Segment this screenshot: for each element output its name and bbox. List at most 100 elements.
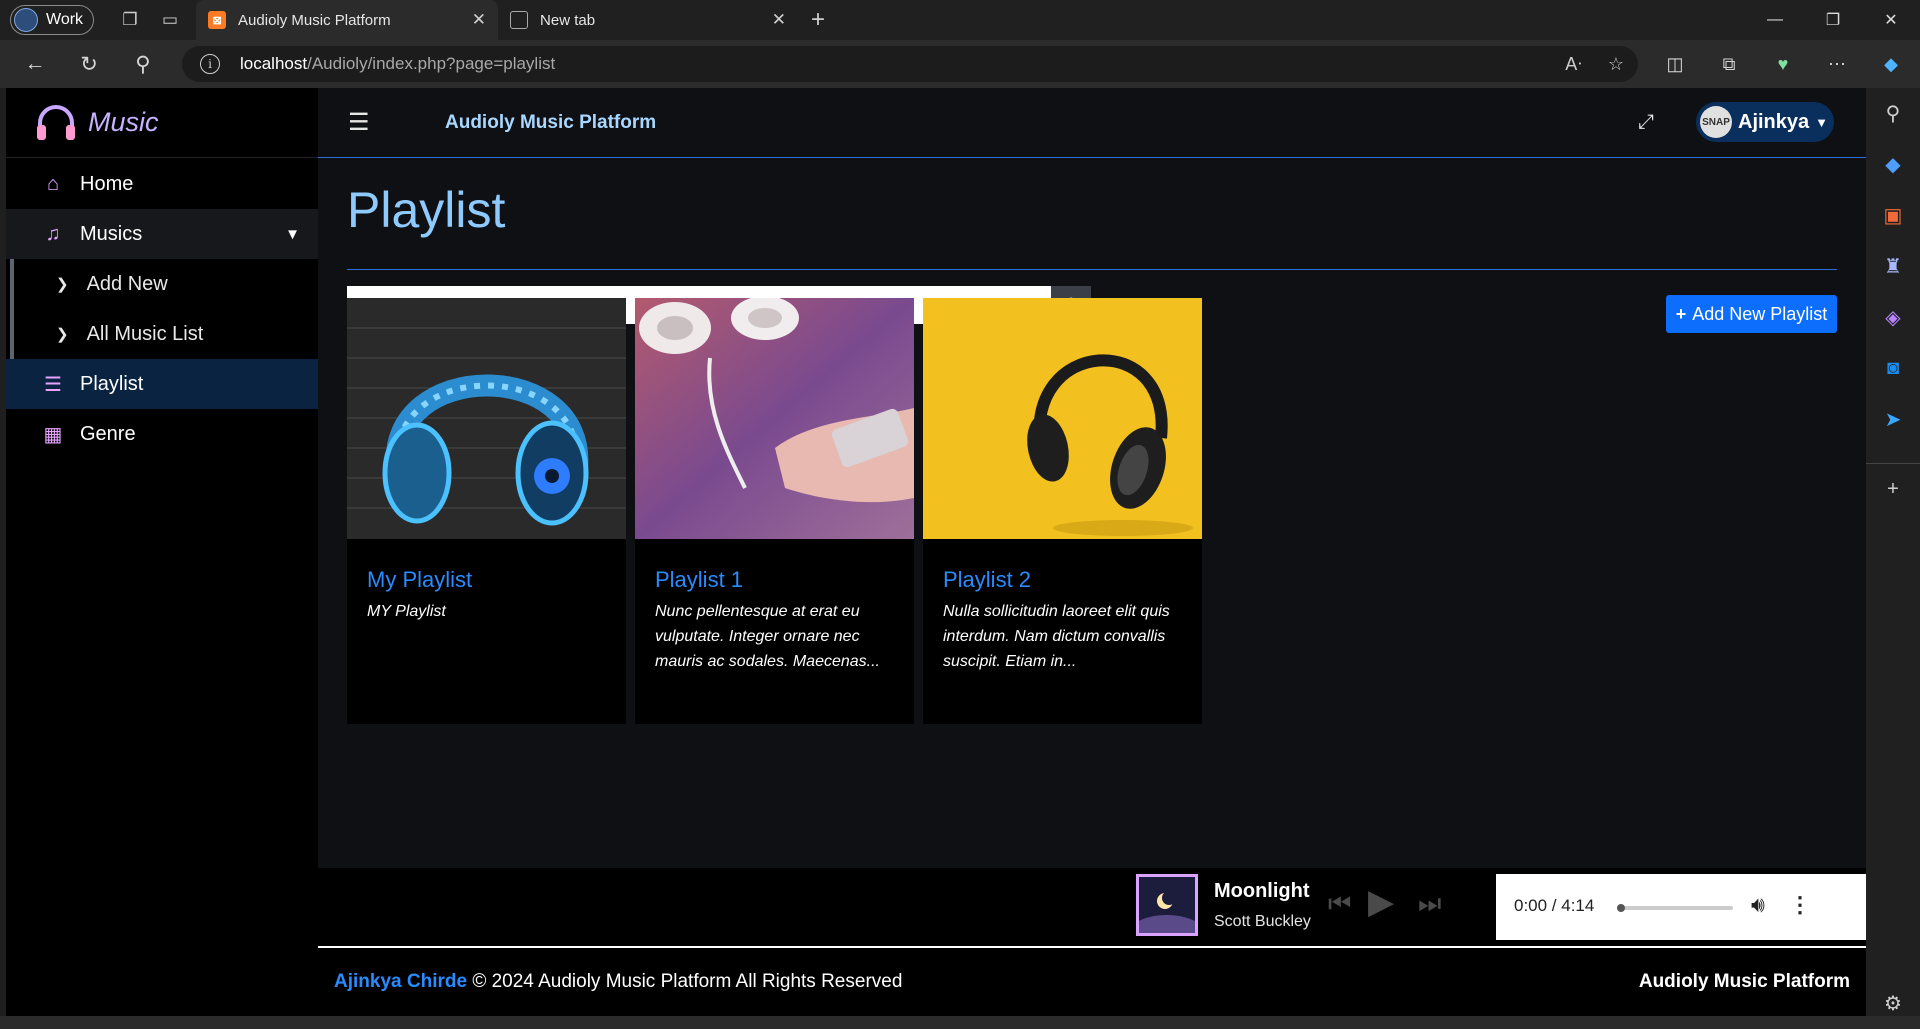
song-title: Moonlight [1214,880,1310,902]
brand-name: Music [88,107,159,137]
title-divider [347,269,1837,270]
playlist-cover-image[interactable] [347,298,626,539]
profile-avatar-icon [14,8,38,32]
seek-handle[interactable] [1617,904,1625,912]
workspaces-icon[interactable]: ❐ [110,0,150,40]
web-page: Music ⌂ Home ♫ Musics ▼ ❯ Add New ❯ All … [6,88,1866,1016]
site-info-icon[interactable]: i [200,54,220,74]
new-tab-favicon-icon [510,11,529,29]
volume-icon[interactable]: 🔊︎ [1751,892,1765,918]
sidebar-item-label: Home [80,172,134,195]
sidebar-item-playlist[interactable]: ☰ Playlist [6,359,318,409]
playlist-title[interactable]: Playlist 1 [655,567,894,593]
close-tab-icon[interactable]: ✕ [472,10,486,30]
browser-profile-button[interactable]: Work [10,5,95,35]
playlist-cover-image[interactable] [635,298,914,539]
chevron-right-icon: ❯ [56,276,69,293]
plus-icon: + [1675,303,1687,324]
song-artist: Scott Buckley [1214,913,1311,930]
playlist-description: Nulla sollicitudin laoreet elit quis int… [943,603,1170,670]
shopping-tag-icon[interactable]: ◆ [1866,139,1920,190]
close-tab-icon[interactable]: ✕ [772,10,786,30]
user-menu-button[interactable]: SNAP Ajinkya ▼ [1696,102,1834,142]
close-window-icon[interactable]: ✕ [1862,0,1920,40]
page-footer: Ajinkya Chirde © 2024 Audioly Music Plat… [318,946,1866,1016]
url-host: localhost [240,54,308,73]
sidebar-item-add-new[interactable]: ❯ Add New [14,259,318,309]
browser-sidebar: ⚲ ◆ ▣ ♜ ◈ ◙ ➤ + ⚙ [1866,88,1920,1029]
outlook-icon[interactable]: ◙ [1866,343,1920,394]
musics-submenu: ❯ Add New ❯ All Music List [10,259,318,359]
sidebar-search-icon[interactable]: ⚲ [1866,88,1920,139]
sidebar-item-home[interactable]: ⌂ Home [6,159,318,209]
url-path: /Audioly/index.php?page=playlist [307,54,556,73]
collections-icon[interactable]: ⧉ [1702,40,1756,88]
browser-tab-bar: Work ❐ ▭ ⊠ Audioly Music Platform ✕ New … [0,0,1920,40]
more-menu-icon[interactable]: ⋯ [1810,40,1864,88]
tab-new-tab[interactable]: New tab ✕ [498,0,798,40]
chevron-down-icon: ▼ [285,225,300,243]
app-title: Audioly Music Platform [445,111,657,133]
tab-audioly[interactable]: ⊠ Audioly Music Platform ✕ [196,0,499,40]
tab-actions-icon[interactable]: ▭ [150,0,190,40]
favorite-star-icon[interactable]: ☆ [1608,54,1624,75]
hamburger-menu-icon[interactable]: ☰ [348,108,370,137]
copilot-sidebar-icon[interactable]: ◈ [1866,292,1920,343]
playlist-description: MY Playlist [367,603,446,620]
app-sidebar: Music ⌂ Home ♫ Musics ▼ ❯ Add New ❯ All … [6,88,318,1016]
refresh-icon[interactable]: ↻ [62,40,116,88]
send-icon[interactable]: ➤ [1866,394,1920,445]
back-icon[interactable]: ← [8,40,62,88]
top-navbar: ☰ Audioly Music Platform ⤢ SNAP Ajinkya … [318,88,1866,158]
playlist-grid: My Playlist MY Playlist Playlist 1 Nunc … [347,298,1202,724]
new-tab-plus-icon[interactable]: + [798,0,838,40]
copilot-icon[interactable]: ◆ [1864,40,1918,88]
playback-time: 0:00 / 4:14 [1514,896,1595,915]
chevron-right-icon: ❯ [56,326,69,343]
sidebar-item-label: Add New [86,272,168,295]
playlist-card[interactable]: Playlist 1 Nunc pellentesque at erat eu … [635,298,914,724]
read-aloud-icon[interactable]: Aᐧ [1565,54,1582,75]
fullscreen-icon[interactable]: ⤢ [1638,111,1654,134]
minimize-icon[interactable]: — [1746,0,1804,40]
playlist-description: Nunc pellentesque at erat eu vulputate. … [655,603,880,670]
footer-author-link[interactable]: Ajinkya Chirde [334,971,467,993]
play-icon[interactable]: ▶ [1368,882,1394,922]
toolbox-icon[interactable]: ▣ [1866,190,1920,241]
playlist-card[interactable]: Playlist 2 Nulla sollicitudin laoreet el… [923,298,1202,724]
xampp-favicon-icon: ⊠ [208,11,227,29]
playlist-title[interactable]: My Playlist [367,567,606,593]
restore-icon[interactable]: ❐ [1804,0,1862,40]
playlist-cover-image[interactable] [923,298,1202,539]
home-icon: ⌂ [46,172,60,195]
playlist-card[interactable]: My Playlist MY Playlist [347,298,626,724]
table-icon: ▦ [43,423,63,446]
brand-logo[interactable]: Music [6,88,318,158]
browser-essentials-icon[interactable]: ♥ [1756,40,1810,88]
music-player: Moonlight Scott Buckley ⏮ ▶ ⏭ 0:00 / 4:1… [318,868,1866,948]
add-sidebar-app-icon[interactable]: + [1866,463,1920,514]
audio-control[interactable]: 0:00 / 4:14 🔊︎ ⋮ [1496,874,1866,940]
tab-title: New tab [540,11,596,29]
add-new-playlist-button[interactable]: + Add New Playlist [1666,295,1837,333]
address-bar[interactable]: i localhost /Audioly/index.php?page=play… [182,46,1638,82]
sidebar-item-musics[interactable]: ♫ Musics ▼ [6,209,318,259]
seek-slider[interactable] [1617,904,1733,912]
more-options-icon[interactable]: ⋮ [1789,892,1811,918]
previous-track-icon[interactable]: ⏮ [1328,888,1351,920]
add-new-playlist-label: Add New Playlist [1692,303,1828,324]
headphones-logo-icon [37,104,75,140]
footer-brand: Audioly Music Platform [1638,971,1850,992]
next-track-icon[interactable]: ⏭ [1418,888,1441,920]
browser-toolbar: ← ↻ ⚲ i localhost /Audioly/index.php?pag… [0,40,1920,88]
split-screen-icon[interactable]: ◫ [1648,40,1702,88]
search-icon[interactable]: ⚲ [116,40,170,88]
playlist-title[interactable]: Playlist 2 [943,567,1182,593]
chevron-down-icon: ▼ [1815,114,1829,130]
sidebar-item-all-music-list[interactable]: ❯ All Music List [14,309,318,359]
sidebar-item-genre[interactable]: ▦ Genre [6,409,318,459]
sidebar-item-label: Genre [80,422,136,445]
main-area: ☰ Audioly Music Platform ⤢ SNAP Ajinkya … [318,88,1866,1016]
user-name: Ajinkya [1738,110,1810,133]
games-icon[interactable]: ♜ [1866,241,1920,292]
